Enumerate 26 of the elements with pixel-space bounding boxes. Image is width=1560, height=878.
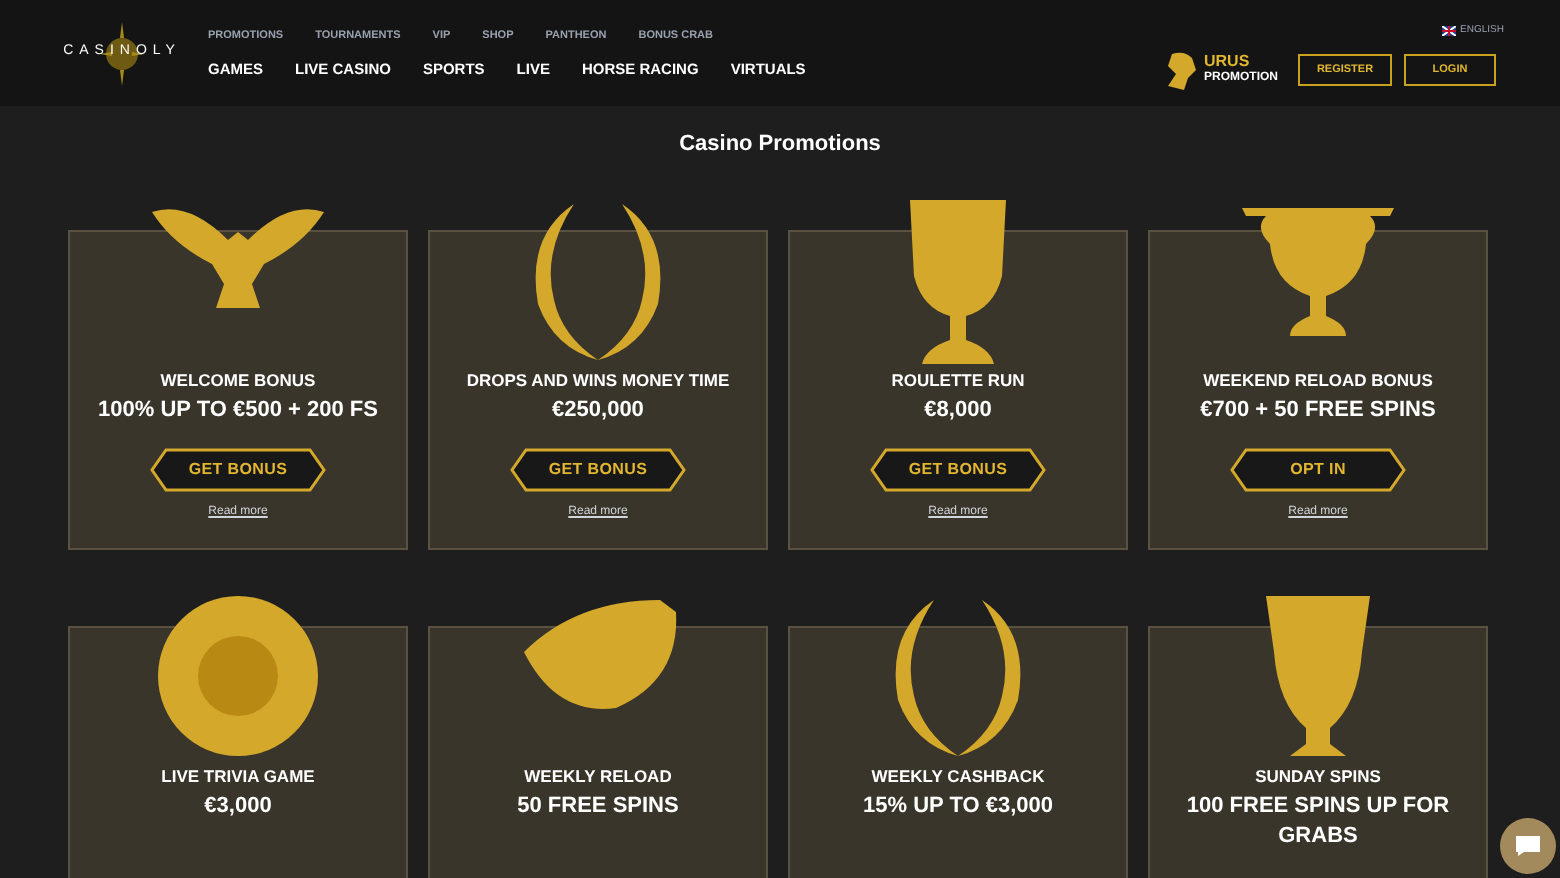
promo-title: LIVE TRIVIA GAME <box>161 763 315 789</box>
promo-title: SUNDAY SPINS <box>1255 763 1381 789</box>
promo-title: DROPS AND WINS MONEY TIME <box>466 367 730 393</box>
chat-button[interactable] <box>1500 818 1556 874</box>
promo-amount: 50 FREE SPINS <box>515 792 681 823</box>
promo-amount: 100% UP TO €500 + 200 FS <box>96 396 380 427</box>
promo-button[interactable]: OPT IN <box>1230 448 1406 493</box>
promo-title: WEEKLY RELOAD <box>524 763 672 789</box>
promo-amount: 15% UP TO €3,000 <box>861 792 1055 823</box>
promo-amount: 100 FREE SPINS UP FOR GRABS <box>1184 792 1452 853</box>
promo-label: URUS <box>1204 52 1252 71</box>
promo-amount: €3,000 <box>202 792 274 823</box>
promo-amount: €8,000 <box>922 396 994 427</box>
promo-title: WEEKLY CASHBACK <box>871 763 1045 789</box>
promo-title: WELCOME BONUS <box>160 367 316 393</box>
promo-button[interactable]: GET BONUS <box>870 448 1046 493</box>
promo-title: WEEKEND RELOAD BONUS <box>1203 367 1433 393</box>
page-title: Casino Promotions <box>677 130 883 160</box>
promo-amount: €700 + 50 FREE SPINS <box>1198 396 1438 427</box>
bull-icon <box>1164 50 1200 91</box>
promo-amount: €250,000 <box>550 396 646 427</box>
chat-icon <box>1514 834 1542 858</box>
promo-button[interactable]: GET BONUS <box>150 448 326 493</box>
promo-button[interactable]: GET BONUS <box>510 448 686 493</box>
uk-flag-icon <box>1442 26 1457 36</box>
promo-title: ROULETTE RUN <box>891 367 1025 393</box>
